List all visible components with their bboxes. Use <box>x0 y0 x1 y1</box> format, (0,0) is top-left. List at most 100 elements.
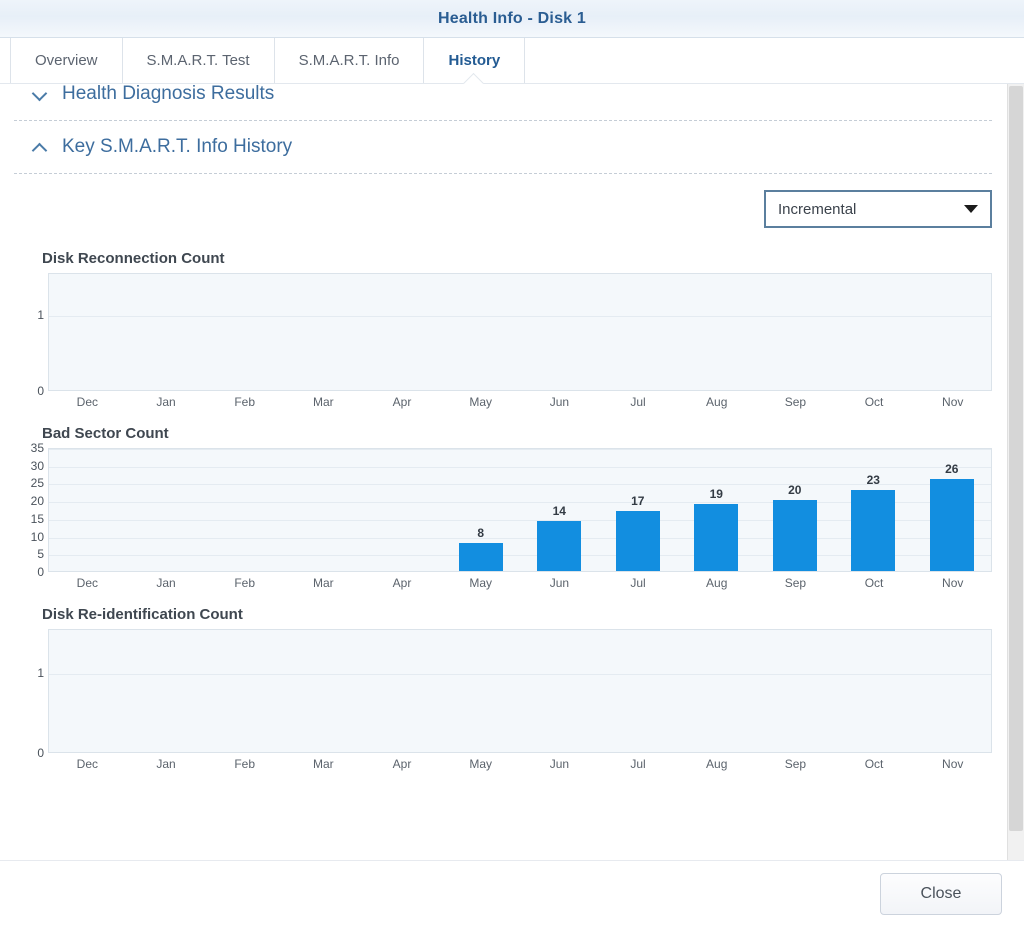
chart-disk-reconnection-count: Disk Reconnection Count 0 1 Dec Jan Feb Mar Apr… <box>14 234 992 409</box>
x-tick-label: Jul <box>630 576 646 590</box>
x-tick-label: Jul <box>630 395 646 409</box>
bar[interactable] <box>772 500 817 571</box>
y-tick-label: 20 <box>30 494 44 509</box>
bar-value-label: 20 <box>788 483 802 498</box>
bar[interactable] <box>615 510 660 571</box>
y-tick-label: 1 <box>37 307 44 322</box>
bar-slot <box>206 274 285 390</box>
x-tick-label: Sep <box>784 576 807 590</box>
close-button[interactable]: Close <box>880 872 1002 915</box>
x-tick-label: May <box>469 757 493 771</box>
x-tick-label: Mar <box>313 576 334 590</box>
bar-slot: 23 <box>834 449 913 571</box>
bar-slot <box>206 630 285 752</box>
bar-slot <box>442 630 521 752</box>
x-tick-label: Sep <box>784 395 807 409</box>
plot-area-disk-reconnection-count <box>48 273 992 391</box>
tab-smart-test[interactable]: S.M.A.R.T. Test <box>123 38 275 83</box>
y-tick-label: 0 <box>37 565 44 579</box>
x-tick-label: Feb <box>234 395 256 409</box>
tab-overview[interactable]: Overview <box>10 38 123 83</box>
y-tick-label: 0 <box>37 384 44 398</box>
bar-slot <box>128 630 207 752</box>
vertical-scrollbar[interactable] <box>1007 84 1024 860</box>
y-tick-label: 25 <box>30 476 44 491</box>
x-tick-label: Apr <box>392 757 412 771</box>
tab-smart-info-label: S.M.A.R.T. Info <box>298 52 400 69</box>
bar[interactable] <box>458 542 503 571</box>
tab-smart-info[interactable]: S.M.A.R.T. Info <box>275 38 425 83</box>
y-tick-label: 0 <box>37 746 44 760</box>
bar-value-label: 23 <box>866 472 880 487</box>
y-tick-label: 5 <box>37 547 44 562</box>
chart-title-disk-reconnection-count: Disk Reconnection Count <box>42 250 225 267</box>
bar[interactable] <box>851 489 896 571</box>
bar[interactable] <box>537 521 582 571</box>
x-tick-label: Jun <box>549 757 570 771</box>
bar-slot <box>756 630 835 752</box>
display-mode-select[interactable]: Incremental <box>764 190 992 228</box>
x-tick-label: Nov <box>942 576 964 590</box>
bar-slot <box>913 274 992 390</box>
bar-slot <box>206 449 285 571</box>
bar-value-label: 19 <box>709 486 723 501</box>
x-tick-label: Nov <box>942 757 964 771</box>
x-tick-label: Dec <box>76 395 98 409</box>
x-tick-label: Apr <box>392 395 412 409</box>
tab-overview-label: Overview <box>35 52 98 69</box>
tab-smart-test-label: S.M.A.R.T. Test <box>146 52 250 69</box>
bar-slot <box>363 274 442 390</box>
y-tick-label: 35 <box>30 441 44 455</box>
x-tick-label: Aug <box>706 576 728 590</box>
bar-slot <box>756 274 835 390</box>
bar-slot <box>599 274 678 390</box>
chart-disk-re-identification-count: Disk Re-identification Count 0 1 Dec Jan Feb M… <box>14 590 992 771</box>
x-tick-label: Dec <box>76 757 98 771</box>
section-key-smart-info-history[interactable]: Key S.M.A.R.T. Info History <box>14 120 992 174</box>
x-tick-label: Apr <box>392 576 412 590</box>
bar-slot <box>677 274 756 390</box>
bar-slot <box>285 274 364 390</box>
chart-body-disk-reconnection-count: 0 1 Dec Jan Feb Mar Apr May Jun Jul Aug Sep Oct Nov <box>14 273 992 409</box>
x-tick-label: Nov <box>942 395 964 409</box>
section-key-smart-info-history-label: Key S.M.A.R.T. Info History <box>62 136 293 157</box>
bar-slot <box>520 274 599 390</box>
x-tick-label: Oct <box>864 395 884 409</box>
x-tick-label: Oct <box>864 576 884 590</box>
plot-wrap-disk-re-identification-count: Dec Jan Feb Mar Apr May Jun Jul Aug Sep Oct Nov <box>48 629 992 771</box>
bar-series-bad-sector-count: 8 14 17 19 20 23 26 <box>49 449 991 571</box>
x-tick-label: Jan <box>156 395 176 409</box>
bar-slot <box>363 630 442 752</box>
charts-container: Disk Reconnection Count 0 1 Dec Jan Feb Mar Apr… <box>14 234 992 771</box>
bar-slot: 26 <box>913 449 992 571</box>
dialog-content-scroll-area: Health Diagnosis Results Key S.M.A.R.T. … <box>0 84 1024 860</box>
plot-area-disk-re-identification-count <box>48 629 992 753</box>
bar-slot <box>834 274 913 390</box>
x-tick-label: Feb <box>234 576 256 590</box>
x-tick-label: Sep <box>784 757 807 771</box>
tab-history[interactable]: History <box>424 38 526 83</box>
chart-title-bad-sector-count: Bad Sector Count <box>42 425 169 442</box>
dialog-footer: Close <box>0 860 1024 926</box>
bar[interactable] <box>694 503 739 571</box>
section-health-diagnosis-results[interactable]: Health Diagnosis Results <box>14 84 992 121</box>
bar-slot: 20 <box>756 449 835 571</box>
x-axis-disk-re-identification-count: Dec Jan Feb Mar Apr May Jun Jul Aug Sep Oct Nov <box>48 757 992 771</box>
x-tick-label: Mar <box>313 395 334 409</box>
chevron-down-icon <box>32 86 48 102</box>
vertical-scrollbar-thumb[interactable] <box>1009 86 1023 831</box>
bar-series-disk-reconnection-count <box>49 274 991 390</box>
bar-slot <box>677 630 756 752</box>
bar-slot: 17 <box>599 449 678 571</box>
x-tick-label: May <box>469 395 493 409</box>
section-health-diagnosis-results-label: Health Diagnosis Results <box>62 84 275 104</box>
x-tick-label: Feb <box>234 757 256 771</box>
bar-slot <box>128 274 207 390</box>
tab-bar: Overview S.M.A.R.T. Test S.M.A.R.T. Info… <box>0 38 1024 84</box>
dialog-title: Health Info - Disk 1 <box>437 9 587 27</box>
bar-slot <box>363 449 442 571</box>
x-tick-label: Jan <box>156 757 176 771</box>
x-tick-label: May <box>469 576 493 590</box>
bar[interactable] <box>929 478 974 571</box>
x-tick-label: Dec <box>76 576 98 590</box>
